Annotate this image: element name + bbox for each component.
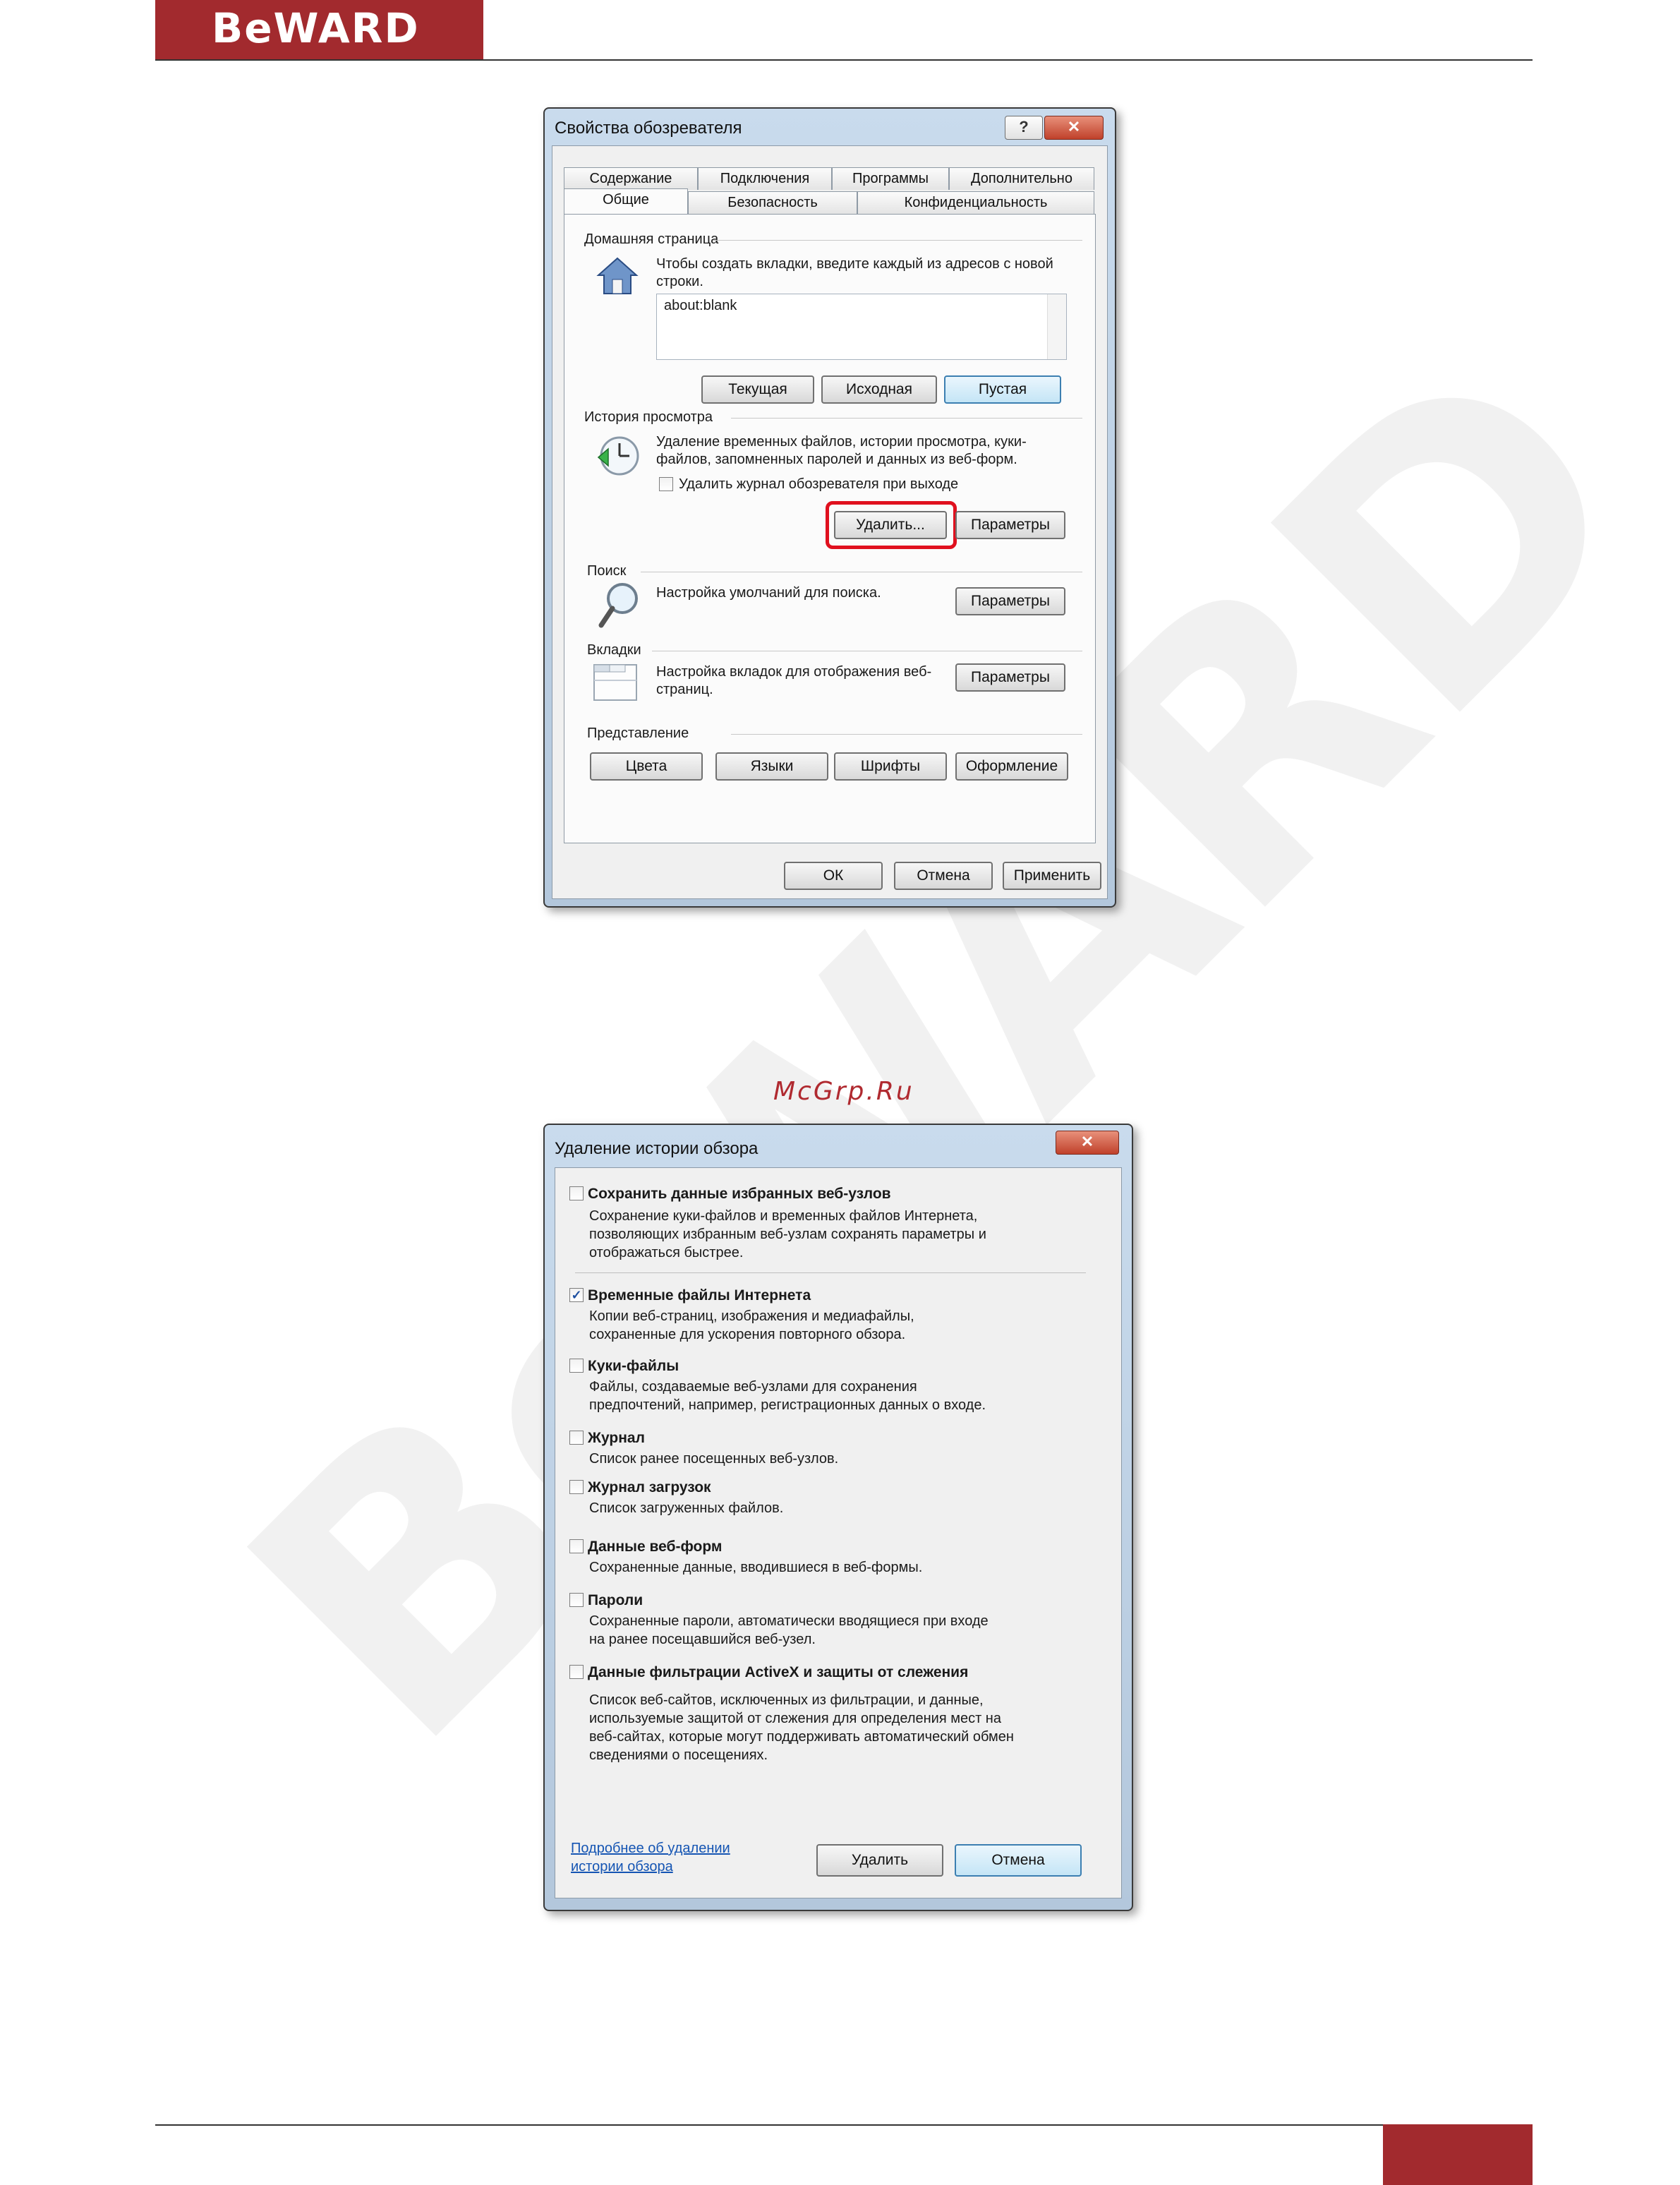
textarea-scrollbar[interactable] bbox=[1047, 294, 1066, 359]
group-tabs: Вкладки bbox=[587, 642, 641, 658]
tab-connections[interactable]: Подключения bbox=[698, 167, 832, 190]
footer-divider bbox=[155, 2124, 1533, 2126]
tab-privacy[interactable]: Конфиденциальность bbox=[857, 191, 1094, 214]
form-data-desc-1: Сохраненные данные, вводившиеся в веб-фо… bbox=[589, 1560, 923, 1575]
cancel-button[interactable]: Отмена bbox=[894, 862, 993, 890]
tabs-icon bbox=[593, 664, 637, 701]
home-icon bbox=[596, 257, 639, 294]
brand-logo: BeWARD bbox=[212, 4, 420, 52]
history-checkbox[interactable] bbox=[569, 1431, 584, 1445]
tab-content[interactable]: Содержание bbox=[564, 167, 698, 190]
history-label: Журнал bbox=[588, 1430, 645, 1446]
delete-history-window: Удаление истории обзора ✕ Сохранить данн… bbox=[543, 1124, 1133, 1911]
temp-files-label: Временные файлы Интернета bbox=[588, 1287, 811, 1304]
dialog-client: Содержание Подключения Программы Дополни… bbox=[552, 145, 1108, 899]
languages-button[interactable]: Языки bbox=[715, 752, 828, 781]
preserve-favorites-desc-3: отображаться быстрее. bbox=[589, 1245, 744, 1260]
preserve-favorites-desc-2: позволяющих избранным веб-узлам сохранят… bbox=[589, 1227, 986, 1242]
apply-button[interactable]: Применить bbox=[1003, 862, 1101, 890]
internet-options-window: Свойства обозревателя ? ✕ Содержание Под… bbox=[543, 107, 1116, 908]
group-home-page: Домашняя страница bbox=[584, 231, 719, 247]
history-description: Удаление временных файлов, истории просм… bbox=[656, 434, 1027, 467]
group-rule bbox=[731, 734, 1082, 735]
history-desc-1: Список ранее посещенных веб-узлов. bbox=[589, 1451, 839, 1467]
colors-button[interactable]: Цвета bbox=[590, 752, 703, 781]
history-settings-button[interactable]: Параметры bbox=[955, 511, 1065, 539]
tabs-description: Настройка вкладок для отображения веб-ст… bbox=[656, 664, 932, 697]
accessibility-button[interactable]: Оформление bbox=[955, 752, 1068, 781]
cookies-desc-1: Файлы, создаваемые веб-узлами для сохран… bbox=[589, 1379, 917, 1395]
group-appearance: Представление bbox=[587, 726, 689, 741]
ok-button[interactable]: ОК bbox=[784, 862, 883, 890]
passwords-label: Пароли bbox=[588, 1592, 643, 1608]
cookies-checkbox[interactable] bbox=[569, 1359, 584, 1373]
window-title: Свойства обозревателя bbox=[555, 119, 742, 138]
tabs-settings-button[interactable]: Параметры bbox=[955, 663, 1065, 692]
history-clock-icon bbox=[597, 436, 639, 476]
search-description: Настройка умолчаний для поиска. bbox=[656, 585, 881, 601]
download-history-label: Журнал загрузок bbox=[588, 1479, 711, 1495]
use-current-button[interactable]: Текущая bbox=[701, 375, 814, 404]
passwords-checkbox[interactable] bbox=[569, 1593, 584, 1607]
group-rule bbox=[713, 240, 1082, 241]
preserve-favorites-desc-1: Сохранение куки-файлов и временных файло… bbox=[589, 1208, 978, 1224]
dialog-client: Сохранить данные избранных веб-узлов Сох… bbox=[555, 1167, 1122, 1898]
home-page-textarea[interactable]: about:blank bbox=[656, 294, 1067, 360]
download-history-desc-1: Список загруженных файлов. bbox=[589, 1500, 784, 1516]
tab-advanced[interactable]: Дополнительно bbox=[949, 167, 1094, 190]
fonts-button[interactable]: Шрифты bbox=[834, 752, 947, 781]
help-button[interactable]: ? bbox=[1005, 116, 1043, 140]
group-rule bbox=[731, 418, 1082, 419]
use-default-button[interactable]: Исходная bbox=[821, 375, 937, 404]
delete-on-exit-checkbox[interactable] bbox=[659, 477, 673, 491]
preserve-favorites-label: Сохранить данные избранных веб-узлов bbox=[588, 1186, 891, 1202]
highlight-box bbox=[826, 501, 957, 549]
tab-general[interactable]: Общие bbox=[564, 188, 688, 214]
tab-security[interactable]: Безопасность bbox=[688, 191, 857, 214]
activex-filtering-desc-1: Список веб-сайтов, исключенных из фильтр… bbox=[589, 1692, 984, 1708]
window-title: Удаление истории обзора bbox=[555, 1139, 759, 1158]
tab-programs[interactable]: Программы bbox=[832, 167, 949, 190]
passwords-desc-2: на ранее посещавшийся веб-узел. bbox=[589, 1632, 816, 1647]
form-data-label: Данные веб-форм bbox=[588, 1539, 723, 1555]
section-divider bbox=[575, 1272, 1086, 1273]
activex-filtering-desc-4: сведениями о посещениях. bbox=[589, 1747, 768, 1763]
close-button[interactable]: ✕ bbox=[1056, 1131, 1119, 1155]
activex-filtering-desc-2: используемые защитой от слежения для опр… bbox=[589, 1711, 1001, 1726]
use-blank-button[interactable]: Пустая bbox=[944, 375, 1061, 404]
temp-files-desc-1: Копии веб-страниц, изображения и медиафа… bbox=[589, 1308, 914, 1324]
activex-filtering-checkbox[interactable] bbox=[569, 1665, 584, 1679]
passwords-desc-1: Сохраненные пароли, автоматически вводящ… bbox=[589, 1613, 989, 1629]
tab-panel-general: Домашняя страница Чтобы создать вкладки,… bbox=[564, 214, 1096, 843]
close-button[interactable]: ✕ bbox=[1044, 116, 1104, 140]
form-data-checkbox[interactable] bbox=[569, 1539, 584, 1553]
delete-button[interactable]: Удалить bbox=[816, 1844, 943, 1877]
header-divider bbox=[155, 59, 1533, 61]
home-hint: Чтобы создать вкладки, введите каждый из… bbox=[656, 256, 1053, 289]
magnifier-icon bbox=[598, 583, 638, 628]
cancel-button[interactable]: Отмена bbox=[955, 1844, 1082, 1877]
learn-more-link-line-2[interactable]: истории обзора bbox=[571, 1858, 673, 1876]
search-settings-button[interactable]: Параметры bbox=[955, 587, 1065, 615]
cookies-desc-2: предпочтений, например, регистрационных … bbox=[589, 1397, 986, 1413]
learn-more-link-line-1[interactable]: Подробнее об удалении bbox=[571, 1840, 730, 1858]
preserve-favorites-checkbox[interactable] bbox=[569, 1186, 584, 1200]
delete-on-exit-label: Удалить журнал обозревателя при выходе bbox=[679, 476, 959, 492]
download-history-checkbox[interactable] bbox=[569, 1480, 584, 1494]
group-search: Поиск bbox=[587, 563, 627, 579]
activex-filtering-label: Данные фильтрации ActiveX и защиты от сл… bbox=[588, 1664, 969, 1680]
temp-files-desc-2: сохраненные для ускорения повторного обз… bbox=[589, 1327, 906, 1342]
cookies-label: Куки-файлы bbox=[588, 1358, 679, 1374]
temp-files-checkbox[interactable]: ✓ bbox=[569, 1288, 584, 1302]
activex-filtering-desc-3: веб-сайтах, которые могут поддерживать а… bbox=[589, 1729, 1014, 1745]
group-browsing-history: История просмотра bbox=[584, 409, 713, 425]
site-label: McGrp.Ru bbox=[773, 1077, 914, 1106]
footer-block bbox=[1383, 2124, 1533, 2185]
